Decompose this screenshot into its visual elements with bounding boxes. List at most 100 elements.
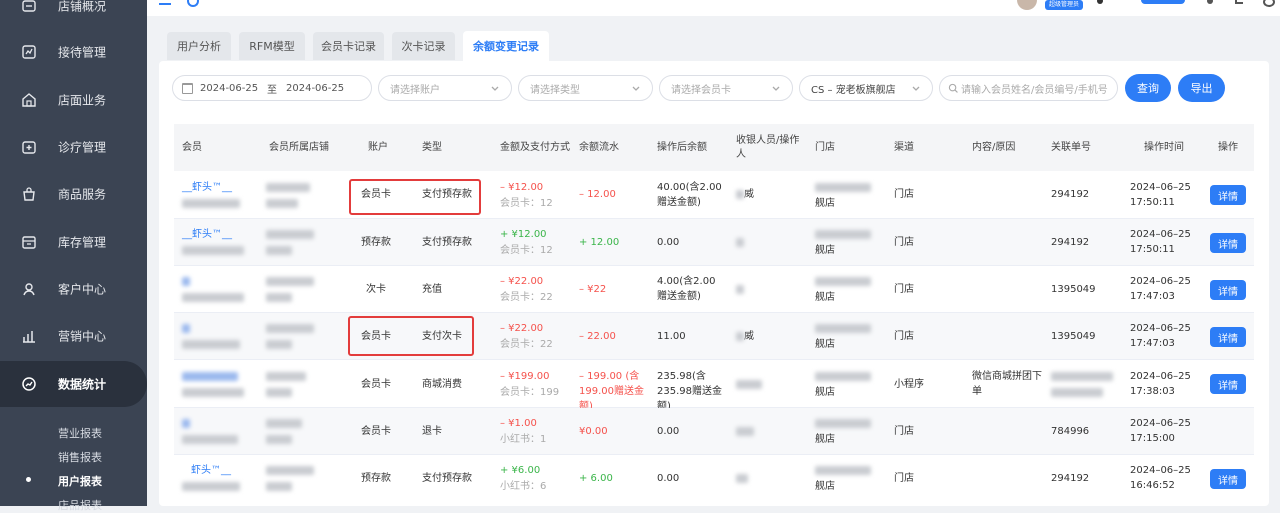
sidebar-item-store-business[interactable]: 店面业务 xyxy=(0,80,147,120)
refresh-icon[interactable] xyxy=(187,0,199,7)
payment-method-cell: 会员卡：199 xyxy=(500,387,560,398)
member-id-redacted xyxy=(182,479,240,494)
balance-flow-cell: – ¥22 xyxy=(579,284,607,295)
query-button[interactable]: 查询 xyxy=(1125,74,1171,102)
operation-time-cell: 2024–06–25 17:47:03 xyxy=(1130,323,1191,349)
detail-button[interactable]: 详情 xyxy=(1210,185,1246,205)
fullscreen-icon[interactable] xyxy=(1235,0,1243,4)
sidebar-subitem-business-report[interactable]: 营业报表 xyxy=(58,425,102,441)
sidebar: 店铺概况 接待管理 店面业务 诊疗管理 商品服务 库存管理 客户中心 营销中心 … xyxy=(0,0,147,512)
sidebar-item-customer[interactable]: 客户中心 xyxy=(0,269,147,309)
member-card-select[interactable]: 请选择会员卡 xyxy=(659,75,793,101)
search-input[interactable]: 请输入会员姓名/会员编号/手机号 xyxy=(939,75,1118,101)
amount-cell: – ¥22.00 xyxy=(500,323,544,334)
store-suffix-cell: 舰店 xyxy=(815,434,835,445)
tab-balance-change-records[interactable]: 余额变更记录 xyxy=(463,31,549,61)
table-row: 会员卡 支付次卡 – ¥22.00 会员卡：22 – 22.00 11.00 威… xyxy=(174,313,1254,360)
member-store-redacted xyxy=(266,227,314,242)
sidebar-item-shop-overview[interactable]: 店铺概况 xyxy=(0,0,147,26)
column-header-balance-flow: 余额流水 xyxy=(579,141,619,153)
close-icon[interactable] xyxy=(1263,0,1275,7)
sidebar-item-medical[interactable]: 诊疗管理 xyxy=(0,127,147,167)
store-icon xyxy=(21,92,37,108)
bell-icon[interactable] xyxy=(1207,0,1213,4)
tab-user-analysis[interactable]: 用户分析 xyxy=(167,32,231,60)
amount-cell: – ¥12.00 xyxy=(500,182,544,193)
sidebar-item-reception[interactable]: 接待管理 xyxy=(0,32,147,72)
message-badge[interactable] xyxy=(1141,0,1185,4)
operator-redacted xyxy=(736,235,744,250)
tab-punch-card-records[interactable]: 次卡记录 xyxy=(392,32,455,60)
balance-flow-cell: – 22.00 xyxy=(579,331,616,342)
sidebar-item-label: 客户中心 xyxy=(58,282,107,297)
payment-method-cell: 会员卡：22 xyxy=(500,339,553,350)
sidebar-subitem-user-report[interactable]: 用户报表 xyxy=(58,473,102,489)
type-cell: 充值 xyxy=(422,284,442,295)
member-name-redacted[interactable] xyxy=(182,274,190,289)
member-name-link[interactable]: 虾头™__ xyxy=(191,463,231,478)
sidebar-item-goods[interactable]: 商品服务 xyxy=(0,174,147,214)
member-store-redacted xyxy=(266,180,310,195)
store-name-redacted xyxy=(815,274,871,289)
date-range-picker[interactable]: 2024-06-25 至 2024-06-25 xyxy=(172,75,372,101)
member-id-redacted xyxy=(182,243,244,258)
member-id-redacted xyxy=(182,385,244,400)
member-name-redacted[interactable] xyxy=(182,416,190,431)
amount-cell: – ¥199.00 xyxy=(500,371,550,382)
sidebar-item-marketing[interactable]: 营销中心 xyxy=(0,316,147,356)
account-select[interactable]: 请选择账户 xyxy=(378,75,512,101)
member-name-link[interactable]: __虾头™__ xyxy=(182,227,232,242)
tab-rfm-model[interactable]: RFM模型 xyxy=(239,32,305,60)
column-header-member-store: 会员所属店铺 xyxy=(269,141,329,153)
detail-button[interactable]: 详情 xyxy=(1210,469,1246,489)
operation-time-cell: 2024–06–25 17:38:03 xyxy=(1130,371,1191,397)
order-number-redacted xyxy=(1051,369,1113,384)
detail-button[interactable]: 详情 xyxy=(1210,374,1246,394)
sidebar-subitem-sales-report[interactable]: 销售报表 xyxy=(58,449,102,465)
store-name-redacted xyxy=(815,180,871,195)
member-store-redacted xyxy=(266,416,302,431)
operation-time-cell: 2024–06–25 17:15:00 xyxy=(1130,418,1191,444)
menu-toggle-icon[interactable] xyxy=(159,0,171,5)
table-row: 次卡 充值 – ¥22.00 会员卡：22 – ¥22 4.00(含2.00赠送… xyxy=(174,266,1254,313)
table-row: 会员卡 退卡 – ¥1.00 小红书：1 ¥0.00 0.00 舰店 门店 78… xyxy=(174,408,1254,455)
sidebar-subitem-store-report[interactable]: 店品报表 xyxy=(58,497,102,513)
store-select-value: CS – 宠老板旗舰店 xyxy=(811,84,896,96)
type-select[interactable]: 请选择类型 xyxy=(518,75,653,101)
chevron-down-icon xyxy=(491,86,499,91)
balance-flow-cell: + 12.00 xyxy=(579,237,620,248)
avatar[interactable] xyxy=(1017,0,1037,10)
shop-icon xyxy=(21,0,37,14)
member-name-redacted[interactable] xyxy=(182,369,238,384)
detail-button[interactable]: 详情 xyxy=(1210,327,1246,347)
detail-button[interactable]: 详情 xyxy=(1210,280,1246,300)
detail-button[interactable]: 详情 xyxy=(1210,233,1246,253)
member-name-link[interactable]: __虾头™__ xyxy=(182,180,232,195)
type-cell: 商城消费 xyxy=(422,379,462,390)
export-button[interactable]: 导出 xyxy=(1178,74,1225,102)
date-end: 2024-06-25 xyxy=(286,82,345,94)
store-name-redacted xyxy=(815,321,871,336)
member-card-select-placeholder: 请选择会员卡 xyxy=(671,84,731,96)
column-header-after-balance: 操作后余额 xyxy=(657,141,707,153)
sidebar-item-inventory[interactable]: 库存管理 xyxy=(0,222,147,262)
table-row: __虾头™__ 预存款 支付预存款 + ¥12.00 会员卡：12 + 12.0… xyxy=(174,219,1254,266)
member-name-redacted[interactable] xyxy=(182,321,190,336)
column-header-amount: 金额及支付方式 xyxy=(500,141,570,153)
operator-redacted xyxy=(736,424,754,439)
member-store-redacted xyxy=(266,369,306,384)
operator-name: 威 xyxy=(744,189,754,200)
channel-cell: 门店 xyxy=(894,189,914,200)
date-start: 2024-06-25 xyxy=(200,82,259,94)
search-input-placeholder: 请输入会员姓名/会员编号/手机号 xyxy=(961,84,1108,96)
store-select[interactable]: CS – 宠老板旗舰店 xyxy=(799,75,933,101)
operator-redacted xyxy=(736,471,748,486)
member-store-redacted xyxy=(266,432,292,447)
tab-member-card-records[interactable]: 会员卡记录 xyxy=(313,32,384,60)
type-cell: 退卡 xyxy=(422,426,442,437)
table-header: 会员 会员所属店铺 账户 类型 金额及支付方式 余额流水 操作后余额 收银人员/… xyxy=(174,124,1254,171)
column-header-reason: 内容/原因 xyxy=(972,141,1016,153)
payment-method-cell: 会员卡：12 xyxy=(500,198,553,209)
sidebar-item-statistics[interactable]: 数据统计 xyxy=(0,361,147,407)
dropdown-dot-icon[interactable] xyxy=(1097,0,1103,4)
